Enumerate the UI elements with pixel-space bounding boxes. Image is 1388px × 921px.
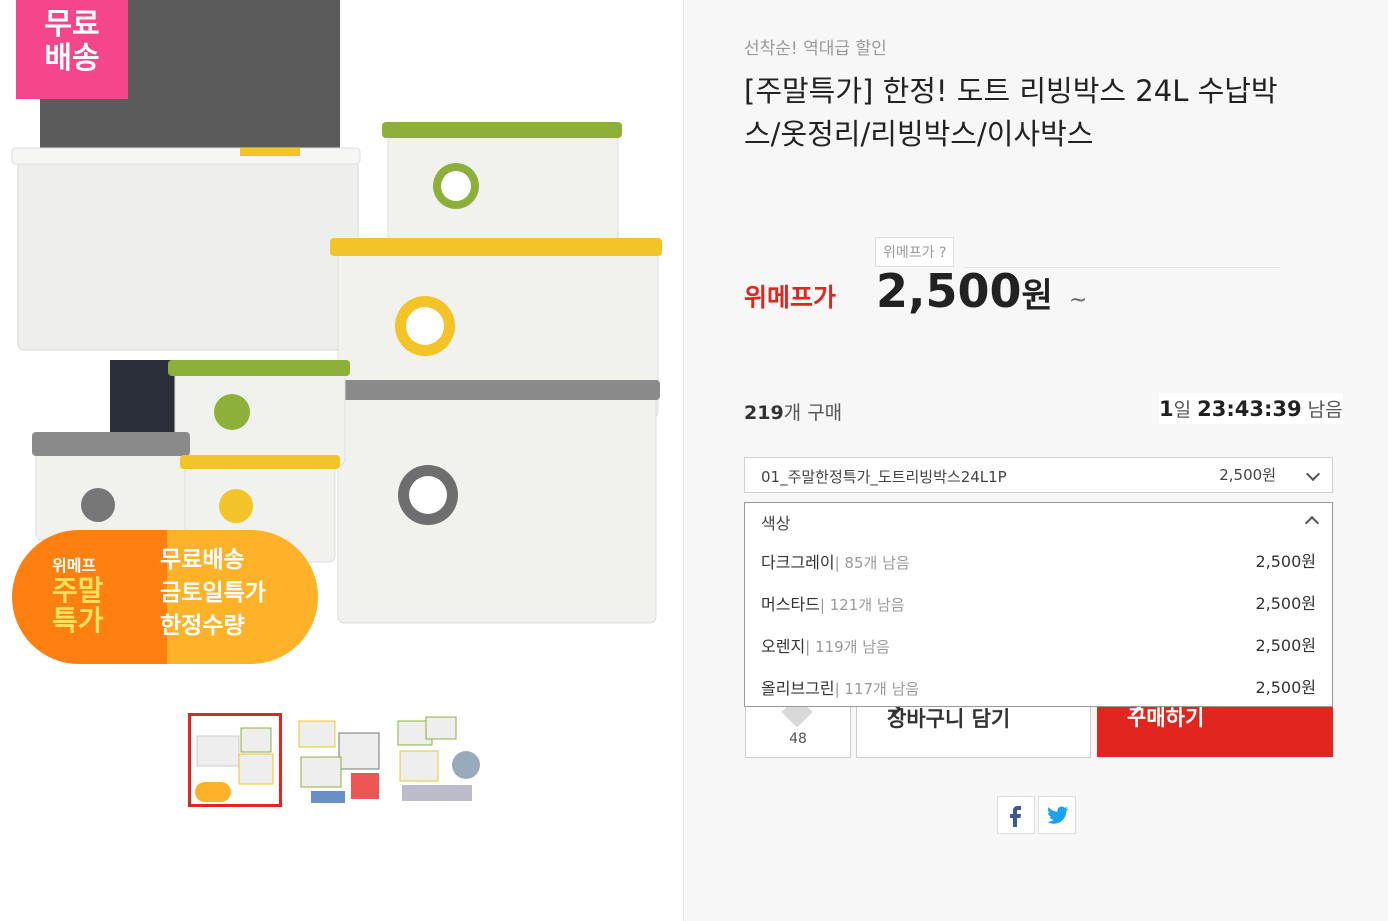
weekend-promo-badge: 위메프 주말 특가 무료배송 금토일특가 한정수량 <box>12 530 318 664</box>
purchase-count: 219개 구매 <box>744 398 842 425</box>
option-select-product[interactable]: 01_주말한정특가_도트리빙박스24L1P 2,500원 <box>744 457 1333 493</box>
color-option-price: 2,500원 <box>1255 678 1316 697</box>
purchase-count-label: 개 구매 <box>783 402 843 424</box>
thumbnail-1[interactable] <box>188 713 282 807</box>
color-option-orange[interactable]: 오렌지| 119개 남음 2,500원 <box>745 621 1332 663</box>
countdown-timer: 1일 23:43:39 남음 <box>1159 393 1343 424</box>
chevron-up-icon <box>1304 515 1320 531</box>
product-info-panel: 선착순! 역대급 할인 [주말특가] 한정! 도트 리빙박스 24L 수납박스/… <box>684 0 1388 921</box>
chevron-down-icon <box>1305 466 1321 482</box>
color-dropdown-list: 다크그레이| 85개 남음 2,500원 머스타드| 121개 남음 2,500… <box>744 537 1333 707</box>
product-title: [주말특가] 한정! 도트 리빙박스 24L 수납박스/옷정리/리빙박스/이사박… <box>744 74 1278 151</box>
color-option-stock: | 85개 남음 <box>834 554 910 572</box>
color-option-stock: | 119개 남음 <box>805 638 890 656</box>
color-option-name: 다크그레이 <box>761 553 835 572</box>
option-color-label: 색상 <box>761 514 791 533</box>
thumbnail-3-image <box>392 713 486 807</box>
thumbnail-1-image <box>191 716 279 804</box>
product-gallery: 무료 배송 위메프 주말 특가 무료배송 금토일특가 한정수량 <box>0 0 683 921</box>
option-product-label: 01_주말한정특가_도트리빙박스24L1P <box>761 468 1007 486</box>
color-option-name: 오렌지 <box>761 637 806 656</box>
price-amount: 2,500 <box>876 264 1022 318</box>
color-option-darkgray[interactable]: 다크그레이| 85개 남음 2,500원 <box>745 537 1332 579</box>
color-option-stock: | 117개 남음 <box>834 680 920 698</box>
twitter-share-button[interactable] <box>1038 796 1076 834</box>
thumbnail-3[interactable] <box>392 713 486 807</box>
price-value: 2,500원 ~ <box>876 264 1087 318</box>
free-shipping-text-line1: 무료 <box>44 7 100 42</box>
option-select-color[interactable]: 색상 <box>744 502 1333 538</box>
color-option-olivegreen[interactable]: 올리브그린| 117개 남음 2,500원 <box>745 663 1332 705</box>
countdown-time: 23:43:39 <box>1197 397 1302 421</box>
facebook-share-button[interactable] <box>997 796 1035 834</box>
color-option-price: 2,500원 <box>1255 636 1316 655</box>
price-tilde: ~ <box>1068 288 1088 313</box>
color-option-name: 머스타드 <box>761 595 820 614</box>
price-label: 위메프가 <box>744 283 837 312</box>
twitter-icon <box>1047 806 1069 824</box>
countdown-days: 1 <box>1159 397 1174 421</box>
promo-lines: 무료배송 금토일특가 한정수량 <box>160 547 266 639</box>
countdown-remain-label: 남음 <box>1307 399 1343 421</box>
price-info-button[interactable]: 위메프가 ? <box>875 237 955 267</box>
price-unit: 원 <box>1021 276 1053 316</box>
facebook-icon <box>1010 806 1021 827</box>
promo-brand: 위메프 <box>52 556 97 575</box>
free-shipping-badge: 무료 배송 <box>16 0 128 99</box>
color-option-price: 2,500원 <box>1255 594 1316 613</box>
product-main-image: 무료 배송 위메프 주말 특가 무료배송 금토일특가 한정수량 <box>0 0 683 690</box>
countdown-days-unit: 일 <box>1173 399 1192 421</box>
promo-weekend-text: 주말 특가 <box>52 574 104 637</box>
like-count: 48 <box>789 731 807 747</box>
option-product-price: 2,500원 <box>1219 466 1276 484</box>
color-option-stock: | 121개 남음 <box>819 596 905 614</box>
product-subtitle: 선착순! 역대급 할인 <box>744 39 887 59</box>
cart-button-label: 장바구니 담기 <box>887 707 1011 731</box>
thumbnail-2[interactable] <box>291 713 385 807</box>
color-option-mustard[interactable]: 머스타드| 121개 남음 2,500원 <box>745 579 1332 621</box>
color-option-price: 2,500원 <box>1255 552 1316 571</box>
purchase-count-number: 219 <box>744 402 784 424</box>
color-option-name: 올리브그린 <box>761 679 835 698</box>
free-shipping-text-line2: 배송 <box>44 41 100 76</box>
thumbnail-2-image <box>291 713 385 807</box>
